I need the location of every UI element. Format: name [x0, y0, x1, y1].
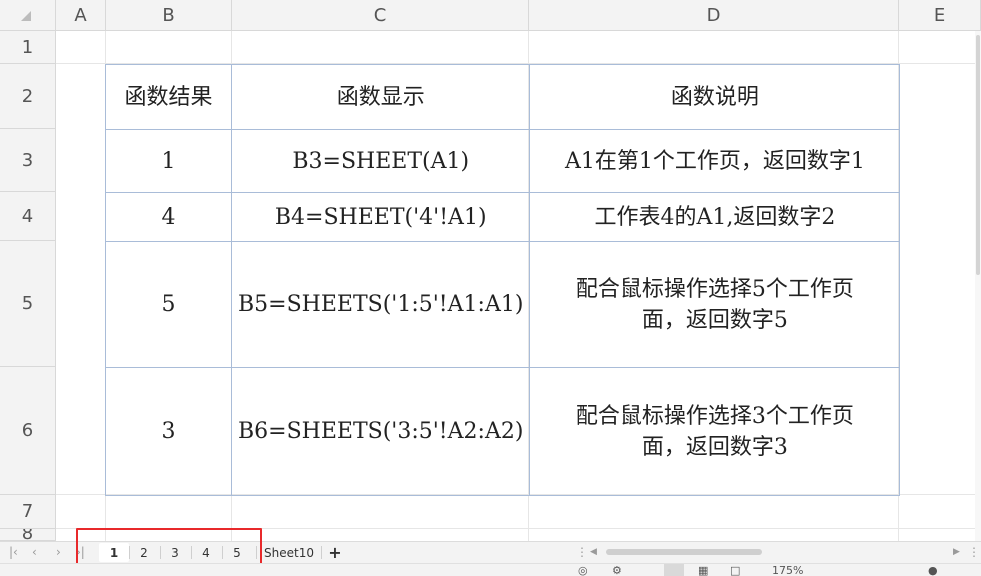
eye-protection-icon[interactable]: ◎	[578, 564, 588, 576]
page-layout-icon[interactable]: ▦	[698, 564, 708, 576]
column-header-e[interactable]: E	[899, 0, 981, 31]
zoom-level[interactable]: 175%	[772, 564, 803, 576]
tab-divider	[321, 546, 322, 559]
vertical-scroll-thumb[interactable]	[976, 35, 980, 275]
scroll-divider-icon: ⋮	[968, 545, 980, 559]
table-row: 3 B6=SHEETS('3:5'!A2:A2) 配合鼠标操作选择3个工作页 面，…	[105, 367, 901, 496]
result-cell[interactable]: 3	[105, 367, 232, 496]
settings-icon[interactable]: ⚙	[612, 564, 622, 576]
page-break-icon[interactable]: □	[730, 564, 740, 576]
header-cell-formula[interactable]: 函数显示	[230, 64, 531, 130]
row-header-3[interactable]: 3	[0, 129, 56, 192]
column-header-d[interactable]: D	[529, 0, 899, 31]
row-header-2[interactable]: 2	[0, 64, 56, 129]
description-line: 面，返回数字5	[641, 307, 788, 333]
result-cell[interactable]: 5	[105, 241, 232, 368]
sheet-tab-sheet10[interactable]: Sheet10	[262, 543, 316, 562]
scroll-left-icon[interactable]: ◀	[590, 547, 597, 557]
description-line: 面，返回数字3	[641, 434, 788, 460]
column-header-b[interactable]: B	[106, 0, 232, 31]
row-header-1[interactable]: 1	[0, 31, 56, 64]
description-line: 配合鼠标操作选择5个工作页	[575, 276, 854, 302]
formula-cell[interactable]: B4=SHEET('4'!A1)	[230, 192, 531, 242]
table-row: 1 B3=SHEET(A1) A1在第1个工作页，返回数字1	[105, 129, 901, 193]
description-line: A1在第1个工作页，返回数字1	[564, 148, 865, 174]
result-cell[interactable]: 4	[105, 192, 232, 242]
row-header-8[interactable]: 8	[0, 529, 56, 541]
first-sheet-icon[interactable]: |‹	[9, 545, 18, 559]
description-cell[interactable]: 工作表4的A1,返回数字2	[529, 192, 901, 242]
data-table: 函数结果 函数显示 函数说明 1 B3=SHEET(A1) A1在第1个工作页，…	[105, 64, 901, 496]
add-sheet-button[interactable]: +	[324, 543, 346, 562]
formula-cell[interactable]: B6=SHEETS('3:5'!A2:A2)	[230, 367, 531, 496]
result-cell[interactable]: 1	[105, 129, 232, 193]
horizontal-scroll-thumb[interactable]	[606, 549, 762, 555]
table-header-row: 函数结果 函数显示 函数说明	[105, 64, 901, 130]
description-line: 工作表4的A1,返回数字2	[594, 204, 836, 230]
description-cell[interactable]: 配合鼠标操作选择5个工作页 面，返回数字5	[529, 241, 901, 368]
highlight-box	[76, 528, 262, 566]
status-bar: ◎ ⚙ ▦ □ 175% ●	[0, 563, 981, 576]
column-header-a[interactable]: A	[56, 0, 106, 31]
row-header-5[interactable]: 5	[0, 241, 56, 367]
table-row: 4 B4=SHEET('4'!A1) 工作表4的A1,返回数字2	[105, 192, 901, 242]
header-cell-description[interactable]: 函数说明	[529, 64, 901, 130]
select-all-corner[interactable]	[0, 0, 56, 31]
normal-view-icon[interactable]	[664, 564, 684, 576]
scroll-right-icon[interactable]: ▶	[953, 547, 960, 557]
table-row: 5 B5=SHEETS('1:5'!A1:A1) 配合鼠标操作选择5个工作页 面，…	[105, 241, 901, 368]
header-cell-result[interactable]: 函数结果	[105, 64, 232, 130]
prev-sheet-icon[interactable]: ‹	[32, 545, 37, 559]
description-line: 配合鼠标操作选择3个工作页	[575, 403, 854, 429]
description-cell[interactable]: A1在第1个工作页，返回数字1	[529, 129, 901, 193]
next-sheet-icon[interactable]: ›	[56, 545, 61, 559]
column-header-c[interactable]: C	[232, 0, 529, 31]
formula-cell[interactable]: B3=SHEET(A1)	[230, 129, 531, 193]
row-header-7[interactable]: 7	[0, 495, 56, 529]
formula-cell[interactable]: B5=SHEETS('1:5'!A1:A1)	[230, 241, 531, 368]
row-header-6[interactable]: 6	[0, 367, 56, 495]
description-cell[interactable]: 配合鼠标操作选择3个工作页 面，返回数字3	[529, 367, 901, 496]
scroll-divider-icon: ⋮	[576, 545, 588, 559]
row-header-4[interactable]: 4	[0, 192, 56, 241]
zoom-slider-icon[interactable]: ●	[928, 564, 938, 576]
